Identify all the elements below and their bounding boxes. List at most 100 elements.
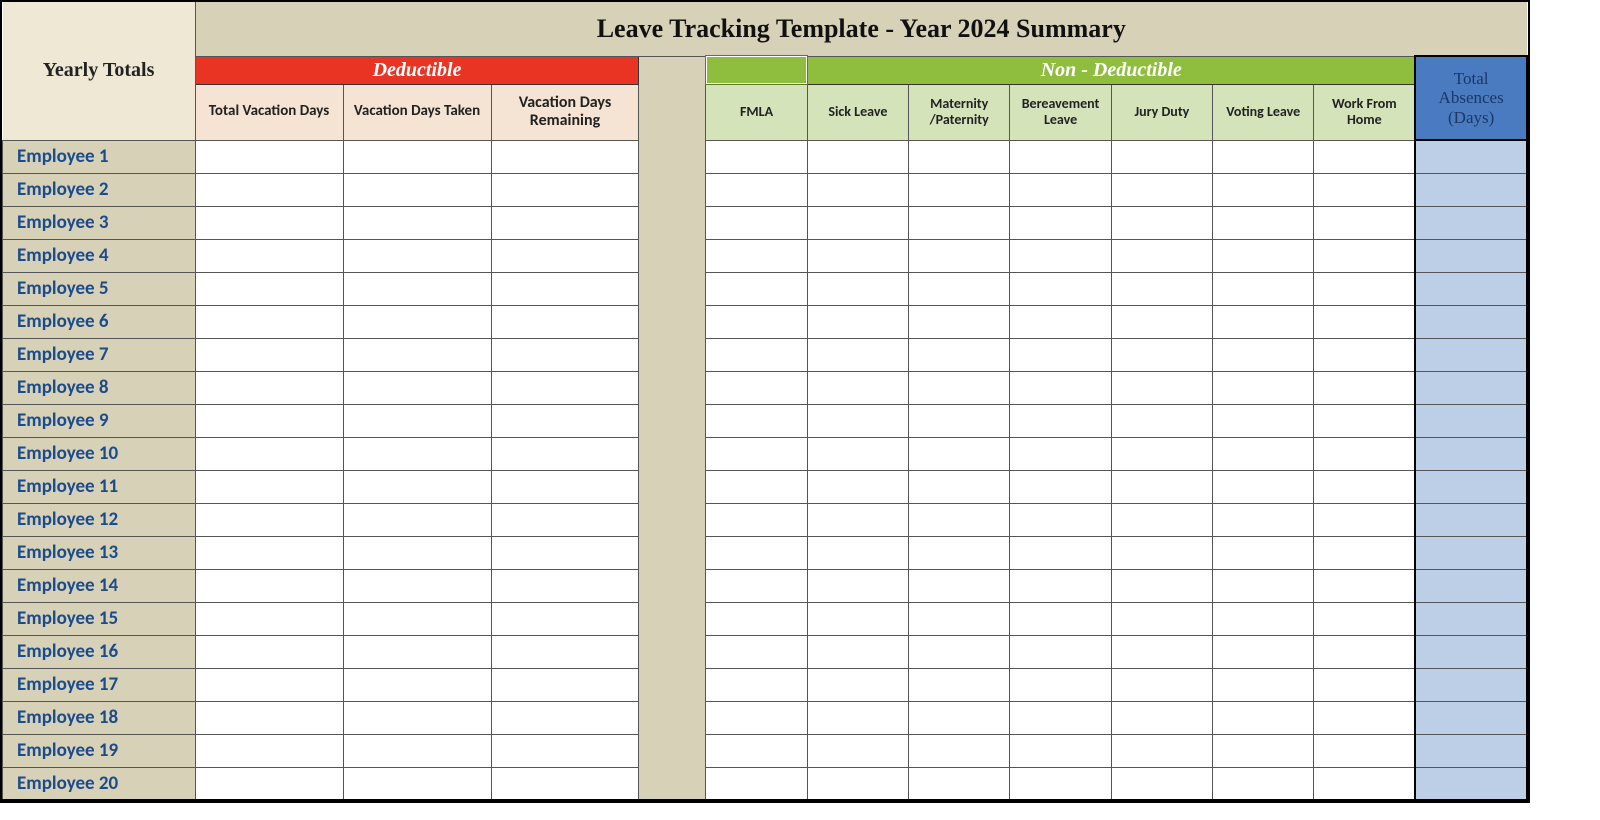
deductible-cell[interactable] (491, 140, 639, 173)
deductible-cell[interactable] (195, 668, 343, 701)
deductible-cell[interactable] (343, 602, 491, 635)
nondeductible-cell[interactable] (1111, 503, 1212, 536)
nondeductible-cell[interactable] (1111, 602, 1212, 635)
deductible-cell[interactable] (343, 734, 491, 767)
total-absences-cell[interactable] (1415, 338, 1527, 371)
nondeductible-cell[interactable] (807, 140, 908, 173)
nondeductible-cell[interactable] (1314, 404, 1415, 437)
deductible-cell[interactable] (195, 371, 343, 404)
deductible-cell[interactable] (195, 536, 343, 569)
employee-label[interactable]: Employee 4 (3, 239, 196, 272)
nondeductible-cell[interactable] (909, 701, 1010, 734)
nondeductible-cell[interactable] (1010, 437, 1111, 470)
nondeductible-cell[interactable] (909, 206, 1010, 239)
deductible-cell[interactable] (195, 734, 343, 767)
employee-label[interactable]: Employee 3 (3, 206, 196, 239)
deductible-cell[interactable] (491, 338, 639, 371)
nondeductible-cell[interactable] (1213, 701, 1314, 734)
employee-label[interactable]: Employee 1 (3, 140, 196, 173)
deductible-cell[interactable] (343, 503, 491, 536)
nondeductible-cell[interactable] (1314, 734, 1415, 767)
nondeductible-cell[interactable] (807, 536, 908, 569)
nondeductible-cell[interactable] (909, 602, 1010, 635)
nondeductible-cell[interactable] (1213, 470, 1314, 503)
nondeductible-cell[interactable] (807, 569, 908, 602)
nondeductible-cell[interactable] (1213, 371, 1314, 404)
deductible-cell[interactable] (491, 404, 639, 437)
nondeductible-cell[interactable] (1111, 536, 1212, 569)
nondeductible-cell[interactable] (909, 569, 1010, 602)
deductible-cell[interactable] (195, 173, 343, 206)
nondeductible-cell[interactable] (1111, 404, 1212, 437)
nondeductible-cell[interactable] (909, 470, 1010, 503)
nondeductible-cell[interactable] (1213, 767, 1314, 800)
nondeductible-cell[interactable] (1111, 701, 1212, 734)
nondeductible-cell[interactable] (909, 239, 1010, 272)
deductible-cell[interactable] (195, 767, 343, 800)
nondeductible-cell[interactable] (1111, 338, 1212, 371)
nondeductible-cell[interactable] (706, 173, 807, 206)
nondeductible-cell[interactable] (1314, 140, 1415, 173)
nondeductible-cell[interactable] (909, 173, 1010, 206)
nondeductible-cell[interactable] (1010, 602, 1111, 635)
deductible-cell[interactable] (343, 305, 491, 338)
nondeductible-cell[interactable] (1010, 404, 1111, 437)
nondeductible-cell[interactable] (1010, 338, 1111, 371)
nondeductible-cell[interactable] (1314, 701, 1415, 734)
nondeductible-cell[interactable] (807, 767, 908, 800)
deductible-cell[interactable] (343, 767, 491, 800)
total-absences-cell[interactable] (1415, 602, 1527, 635)
deductible-cell[interactable] (195, 701, 343, 734)
nondeductible-cell[interactable] (909, 338, 1010, 371)
nondeductible-cell[interactable] (1314, 767, 1415, 800)
nondeductible-cell[interactable] (1314, 569, 1415, 602)
nondeductible-cell[interactable] (1213, 272, 1314, 305)
nondeductible-cell[interactable] (1010, 206, 1111, 239)
deductible-cell[interactable] (343, 404, 491, 437)
nondeductible-cell[interactable] (1010, 701, 1111, 734)
deductible-cell[interactable] (343, 668, 491, 701)
nondeductible-cell[interactable] (1314, 437, 1415, 470)
nondeductible-cell[interactable] (706, 602, 807, 635)
employee-label[interactable]: Employee 14 (3, 569, 196, 602)
nondeductible-cell[interactable] (909, 305, 1010, 338)
nondeductible-cell[interactable] (807, 272, 908, 305)
employee-label[interactable]: Employee 8 (3, 371, 196, 404)
nondeductible-cell[interactable] (1213, 173, 1314, 206)
total-absences-cell[interactable] (1415, 734, 1527, 767)
total-absences-cell[interactable] (1415, 635, 1527, 668)
nondeductible-cell[interactable] (807, 371, 908, 404)
nondeductible-cell[interactable] (909, 767, 1010, 800)
total-absences-cell[interactable] (1415, 305, 1527, 338)
deductible-cell[interactable] (343, 701, 491, 734)
nondeductible-cell[interactable] (807, 239, 908, 272)
deductible-cell[interactable] (491, 569, 639, 602)
nondeductible-cell[interactable] (807, 206, 908, 239)
nondeductible-cell[interactable] (807, 173, 908, 206)
deductible-cell[interactable] (195, 602, 343, 635)
total-absences-cell[interactable] (1415, 206, 1527, 239)
deductible-cell[interactable] (195, 338, 343, 371)
nondeductible-cell[interactable] (807, 437, 908, 470)
total-absences-cell[interactable] (1415, 767, 1527, 800)
deductible-cell[interactable] (195, 470, 343, 503)
nondeductible-cell[interactable] (909, 635, 1010, 668)
deductible-cell[interactable] (195, 272, 343, 305)
nondeductible-cell[interactable] (1213, 602, 1314, 635)
nondeductible-cell[interactable] (807, 404, 908, 437)
nondeductible-cell[interactable] (909, 437, 1010, 470)
nondeductible-cell[interactable] (1213, 140, 1314, 173)
nondeductible-cell[interactable] (706, 371, 807, 404)
employee-label[interactable]: Employee 6 (3, 305, 196, 338)
deductible-cell[interactable] (491, 206, 639, 239)
nondeductible-cell[interactable] (1010, 272, 1111, 305)
total-absences-cell[interactable] (1415, 503, 1527, 536)
total-absences-cell[interactable] (1415, 272, 1527, 305)
nondeductible-cell[interactable] (1111, 569, 1212, 602)
nondeductible-cell[interactable] (706, 437, 807, 470)
employee-label[interactable]: Employee 20 (3, 767, 196, 800)
nondeductible-cell[interactable] (706, 338, 807, 371)
nondeductible-cell[interactable] (1314, 239, 1415, 272)
nondeductible-cell[interactable] (706, 470, 807, 503)
selected-cell[interactable] (706, 56, 807, 84)
